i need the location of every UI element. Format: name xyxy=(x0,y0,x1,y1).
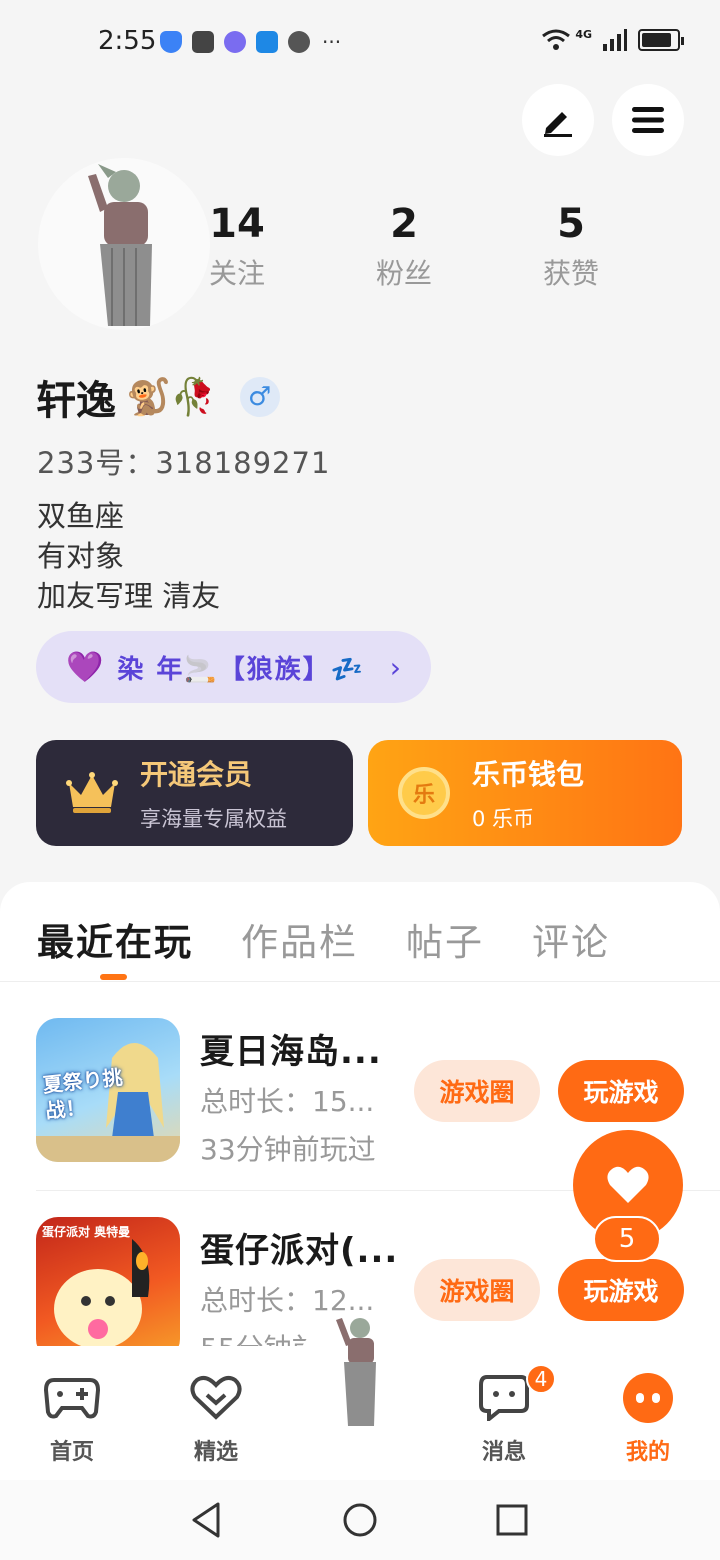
bio-line: 有对象 xyxy=(37,539,125,573)
heart-outline-icon xyxy=(188,1370,244,1426)
play-game-button[interactable]: 玩游戏 xyxy=(558,1259,684,1321)
home-icon[interactable] xyxy=(342,1502,378,1538)
game-circle-button[interactable]: 游戏圈 xyxy=(414,1060,540,1122)
system-navigation-bar xyxy=(0,1480,720,1560)
likes-label: 获赞 xyxy=(542,257,599,290)
tab-posts[interactable]: 帖子 xyxy=(406,912,484,966)
vip-membership-card[interactable]: 开通会员 享海量专属权益 xyxy=(36,740,353,846)
unread-badge: 4 xyxy=(526,1364,556,1394)
bottom-navigation: 首页 精选 4 消息 我的 xyxy=(0,1310,720,1480)
battery-fill xyxy=(642,33,671,47)
wallet-card[interactable]: 乐 乐币钱包 0 乐币 xyxy=(368,740,682,846)
following-stat[interactable]: 14 关注 xyxy=(177,200,297,292)
followers-stat[interactable]: 2 粉丝 xyxy=(344,200,464,292)
battery-icon xyxy=(638,29,684,51)
coin-glyph: 乐 xyxy=(398,767,450,819)
notification-icons: ··· xyxy=(160,30,341,54)
wallet-balance: 0 乐币 xyxy=(472,807,535,831)
network-label: 4G xyxy=(575,27,592,41)
followers-count: 2 xyxy=(390,201,418,247)
heart-icon: 💜 xyxy=(66,649,104,685)
game-circle-button[interactable]: 游戏圈 xyxy=(414,1259,540,1321)
menu-button[interactable] xyxy=(612,84,684,156)
username-row: 轩逸 🐒🥀 ♂ xyxy=(36,368,280,426)
more-notifications-icon: ··· xyxy=(322,30,342,54)
status-time: 2:55 xyxy=(98,26,157,56)
game-title: 夏日海岛... xyxy=(200,1032,382,1072)
game-thumbnail-text: 夏祭り挑战！ xyxy=(41,1064,124,1124)
game-total-time: 总时长：15... xyxy=(200,1085,375,1118)
center-avatar-button[interactable] xyxy=(296,1310,424,1460)
profile-face-icon xyxy=(620,1370,676,1426)
username: 轩逸 xyxy=(36,378,116,424)
following-count: 14 xyxy=(209,201,265,247)
music-icon xyxy=(224,31,246,53)
bio: 双鱼座 有对象 加友写理 清友 xyxy=(37,496,220,616)
avatar-character-image xyxy=(336,1318,376,1426)
following-label: 关注 xyxy=(208,257,265,290)
back-icon[interactable] xyxy=(190,1502,222,1538)
huawei-app-icon xyxy=(192,31,214,53)
user-id[interactable]: 233号：318189271 xyxy=(37,440,330,482)
chevron-right-icon: › xyxy=(389,650,401,684)
nav-messages[interactable]: 4 消息 xyxy=(459,1364,556,1466)
nav-messages-label: 消息 xyxy=(481,1440,526,1465)
likes-stat[interactable]: 5 获赞 xyxy=(511,200,631,292)
followers-label: 粉丝 xyxy=(375,257,432,290)
game-thumbnail-text: 蛋仔派对 奥特曼 xyxy=(42,1225,131,1239)
nav-home[interactable]: 首页 xyxy=(27,1370,117,1466)
username-emojis: 🐒🥀 xyxy=(126,377,216,418)
chat-bubble-icon: 4 xyxy=(476,1364,556,1426)
nav-featured[interactable]: 精选 xyxy=(171,1370,261,1466)
weather-icon xyxy=(256,31,278,53)
edit-profile-button[interactable] xyxy=(522,84,594,156)
vip-subtitle: 享海量专属权益 xyxy=(140,807,287,831)
nav-featured-label: 精选 xyxy=(193,1440,238,1465)
crown-icon xyxy=(62,763,122,823)
like-count-badge: 5 xyxy=(593,1216,661,1262)
play-game-button[interactable]: 玩游戏 xyxy=(558,1060,684,1122)
shield-icon xyxy=(160,31,182,53)
family-tag-text: 染 年🚬【狼族】💤 xyxy=(117,654,366,685)
status-bar: 2:55 ··· 4G xyxy=(0,0,720,84)
recents-icon[interactable] xyxy=(496,1504,528,1536)
game-last-played: 33分钟前玩过 xyxy=(200,1133,376,1166)
tab-bar: 最近在玩 作品栏 帖子 评论 xyxy=(37,912,610,966)
family-tag-button[interactable]: 💜 染 年🚬【狼族】💤 › xyxy=(36,631,431,703)
likes-count: 5 xyxy=(557,201,585,247)
game-title: 蛋仔派对(... xyxy=(200,1231,399,1271)
coin-icon: 乐 xyxy=(394,763,454,823)
tab-comments[interactable]: 评论 xyxy=(532,912,610,966)
wifi-icon xyxy=(542,29,571,50)
game-thumbnail: 夏祭り挑战！ xyxy=(36,1018,180,1162)
tab-recent-play[interactable]: 最近在玩 xyxy=(37,912,193,966)
bio-line: 加友写理 清友 xyxy=(37,579,221,613)
nav-home-label: 首页 xyxy=(49,1440,94,1465)
tab-indicator xyxy=(100,974,127,980)
bio-line: 双鱼座 xyxy=(37,499,125,533)
hamburger-icon xyxy=(632,107,664,133)
nav-mine-label: 我的 xyxy=(625,1440,670,1465)
gamepad-icon xyxy=(44,1370,100,1426)
divider xyxy=(0,981,720,982)
wallet-title: 乐币钱包 xyxy=(472,758,585,791)
pen-icon xyxy=(544,112,572,137)
tab-works[interactable]: 作品栏 xyxy=(241,912,358,966)
signal-icon xyxy=(603,29,627,51)
heart-icon xyxy=(607,1166,649,1203)
wechat-icon xyxy=(288,31,310,53)
male-gender-icon: ♂ xyxy=(239,377,280,417)
game-thumbnail: 蛋仔派对 奥特曼 xyxy=(36,1217,180,1361)
vip-title: 开通会员 xyxy=(140,758,253,791)
nav-mine[interactable]: 我的 xyxy=(603,1370,693,1466)
